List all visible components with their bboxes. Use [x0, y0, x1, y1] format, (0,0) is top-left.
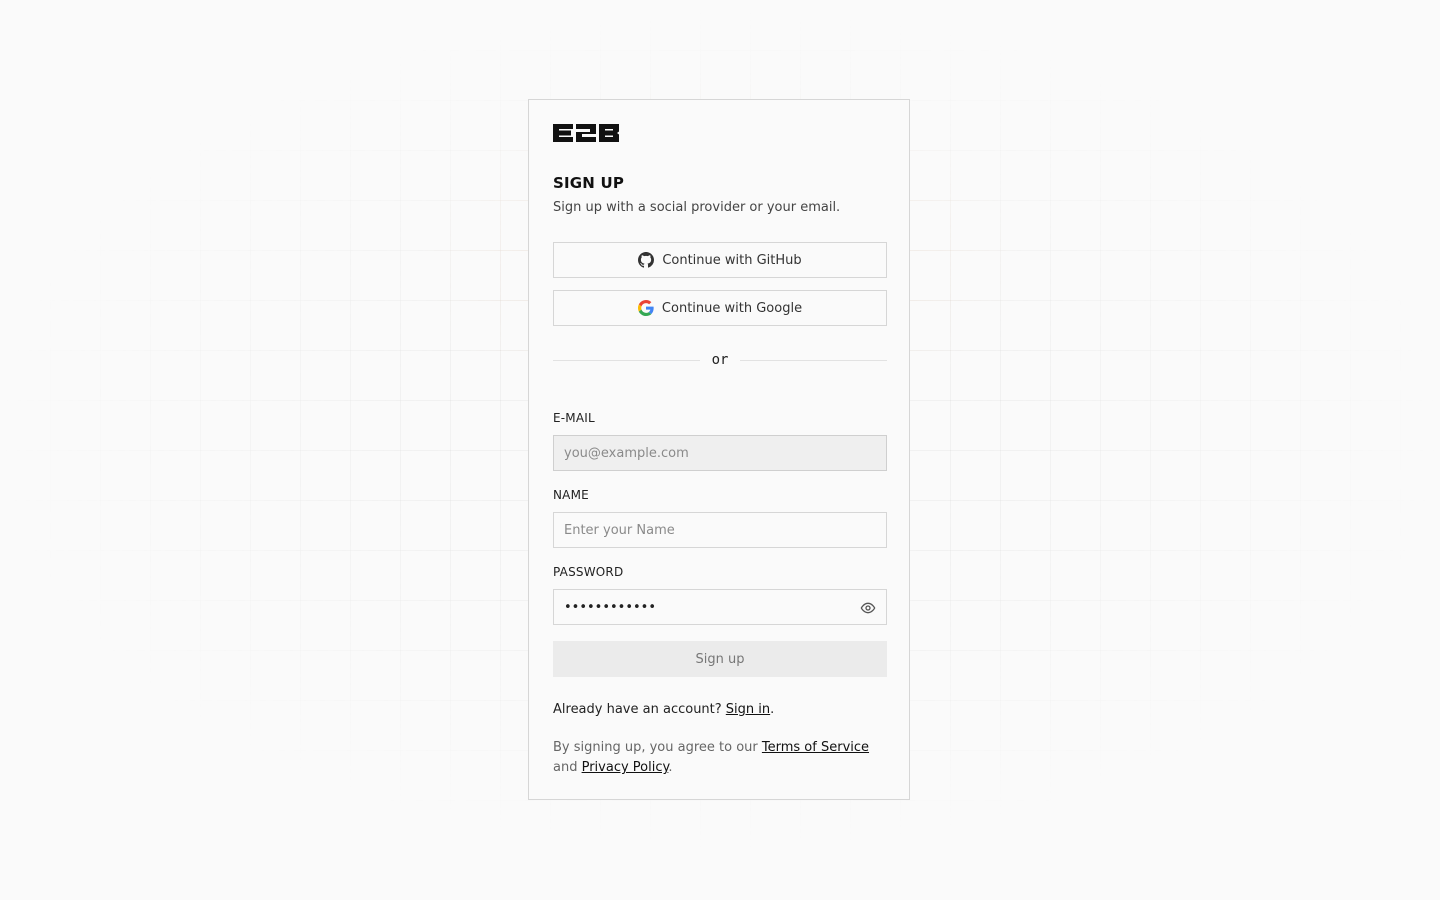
e2b-logo — [553, 124, 619, 142]
divider-line-right — [740, 359, 888, 361]
signin-suffix-text: . — [770, 702, 775, 717]
signin-prefix-text: Already have an account? — [553, 702, 726, 717]
email-field-wrapper — [553, 435, 887, 471]
google-button-label: Continue with Google — [661, 300, 803, 316]
password-field-wrapper — [553, 589, 887, 625]
google-signup-button[interactable]: Continue with Google — [553, 290, 887, 326]
email-input[interactable] — [554, 436, 886, 470]
or-divider: or — [553, 350, 888, 370]
show-password-eye-icon[interactable] — [860, 600, 876, 616]
page-subtitle: Sign up with a social provider or your e… — [553, 200, 841, 215]
github-button-label: Continue with GitHub — [662, 252, 802, 268]
signin-prompt: Already have an account? Sign in. — [553, 702, 774, 717]
privacy-suffix-text: . — [668, 760, 673, 775]
password-input[interactable] — [554, 590, 886, 624]
github-icon — [638, 252, 655, 268]
name-label: NAME — [553, 488, 589, 502]
name-field-wrapper — [553, 512, 887, 548]
signin-link[interactable]: Sign in — [726, 702, 770, 717]
divider-text: or — [711, 352, 729, 368]
terms-notice: By signing up, you agree to our Terms of… — [553, 738, 887, 778]
privacy-policy-link[interactable]: Privacy Policy — [582, 760, 669, 775]
terms-prefix-text: By signing up, you agree to our — [553, 740, 762, 755]
email-label: E-MAIL — [553, 411, 595, 425]
signup-card: SIGN UP Sign up with a social provider o… — [528, 99, 910, 800]
google-icon — [637, 300, 654, 316]
name-input[interactable] — [554, 513, 886, 547]
divider-line-left — [553, 359, 700, 361]
signup-submit-button[interactable]: Sign up — [553, 641, 887, 677]
github-signup-button[interactable]: Continue with GitHub — [553, 242, 887, 278]
terms-of-service-link[interactable]: Terms of Service — [762, 740, 869, 755]
page-title: SIGN UP — [553, 174, 625, 192]
terms-and-text: and — [553, 760, 582, 775]
password-label: PASSWORD — [553, 565, 624, 579]
